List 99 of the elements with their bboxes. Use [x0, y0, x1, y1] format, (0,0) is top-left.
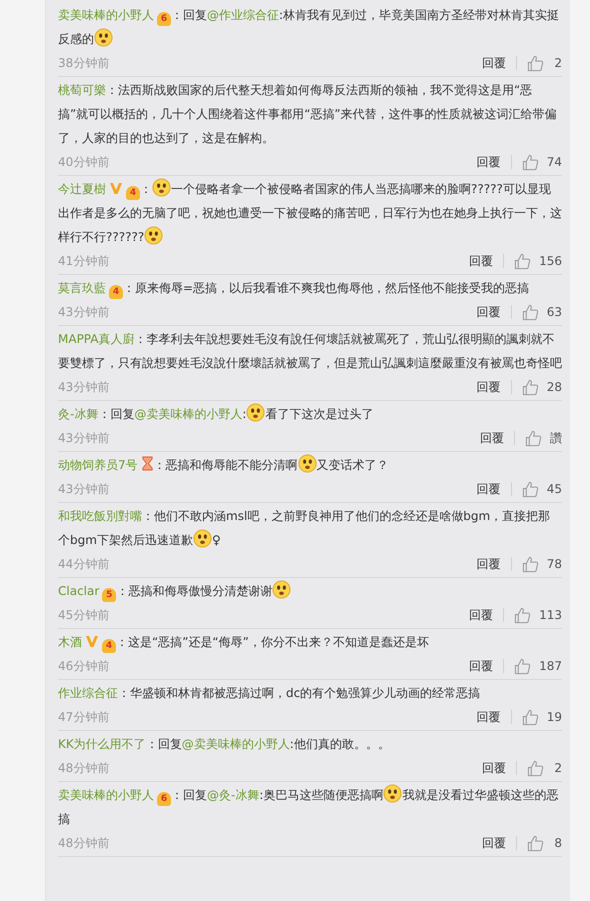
reply-link[interactable]: 回覆	[476, 154, 501, 170]
like-icon[interactable]	[522, 708, 539, 726]
comment-text: 莫言玖藍 4 ：原来侮辱=恶搞，以后我看谁不爽我也侮辱他，然后怪他不能接受我的恶搞	[58, 280, 530, 300]
emoji-icon	[192, 529, 212, 548]
reply-link[interactable]: 回覆	[476, 304, 501, 320]
comment-text: 今辻夏樹 4 ： 一个侵略者拿一个被侵略者国家的伟人当恶搞哪来的脸啊?????可以显现出作者是多么的无脑了吧，祝她也遭受一下被侵略的痛苦吧，日军行为也在她身上执行一下，这样行不行??????	[58, 177, 562, 249]
verified-icon	[85, 634, 99, 648]
timestamp: 43分钟前	[58, 480, 110, 498]
timestamp: 45分钟前	[58, 606, 110, 624]
mention-link[interactable]: @灸-冰舞	[207, 788, 260, 802]
timestamp: 48分钟前	[58, 760, 110, 776]
reply-link[interactable]: 回覆	[480, 430, 504, 446]
level-badge: 6	[157, 12, 171, 26]
timestamp: 43分钟前	[58, 378, 110, 396]
like-count: 45	[546, 482, 562, 496]
reply-link[interactable]: 回覆	[476, 480, 501, 498]
like-icon[interactable]	[522, 154, 539, 170]
comment-text: KK为什么用不了：回复@卖美味棒的小野人:他们真的敢。。。	[58, 736, 391, 753]
mention-link[interactable]: @卖美味棒的小野人	[134, 407, 242, 421]
like-count: 19	[546, 710, 562, 724]
username-link[interactable]: 卖美味棒的小野人	[58, 788, 154, 802]
timestamp: 43分钟前	[58, 304, 110, 320]
timestamp: 40分钟前	[58, 154, 110, 170]
like-count: 187	[539, 659, 562, 673]
like-count: 讚	[550, 430, 562, 446]
username-link[interactable]: Claclar	[58, 584, 100, 598]
username-link[interactable]: KK为什么用不了	[58, 737, 146, 751]
like-icon[interactable]	[522, 304, 539, 320]
emoji-icon	[246, 403, 266, 422]
like-icon[interactable]	[527, 834, 544, 852]
timestamp: 41分钟前	[58, 252, 110, 270]
like-icon[interactable]	[522, 378, 539, 396]
reply-link[interactable]: 回覆	[469, 658, 494, 674]
username-link[interactable]: 灸-冰舞	[58, 407, 98, 421]
timestamp: 44分钟前	[58, 556, 110, 572]
like-count: 8	[553, 836, 562, 850]
username-link[interactable]: 桃萄可樂	[58, 83, 106, 97]
reply-link[interactable]: 回覆	[476, 556, 501, 572]
timestamp: 38分钟前	[58, 54, 110, 72]
mention-link[interactable]: @作业综合征	[207, 8, 279, 22]
level-badge: 4	[109, 285, 123, 299]
reply-link[interactable]: 回覆	[482, 54, 506, 72]
comment-text: 木酒 4 ：这是“恶搞”还是“侮辱”，你分不出来？不知道是蠢还是坏	[58, 633, 430, 654]
level-badge: 5	[102, 588, 116, 602]
emoji-icon	[383, 784, 402, 803]
like-count: 63	[546, 305, 562, 319]
like-icon[interactable]	[527, 54, 544, 72]
reply-link[interactable]: 回覆	[482, 760, 506, 776]
like-icon[interactable]	[522, 556, 539, 572]
comment-text: 桃萄可樂：法西斯战败国家的后代整天想着如何侮辱反法西斯的领袖，我不觉得这是用“恶搞”就可以概括的，几十个人围绕着这件事都用“恶搞”来代替，这件事的性质就被这词汇给带偏了，人家的目的也达到了，这是在解构。	[58, 82, 558, 147]
verified-icon	[109, 181, 123, 195]
emoji-icon	[144, 226, 164, 245]
level-badge: 4	[126, 186, 140, 200]
username-link[interactable]: 作业综合征	[58, 686, 118, 700]
like-icon[interactable]	[522, 480, 539, 498]
like-count: 113	[539, 608, 562, 622]
hourglass-icon	[140, 456, 154, 471]
like-count: 74	[546, 155, 562, 169]
mention-link[interactable]: @卖美味棒的小野人	[182, 737, 290, 751]
username-link[interactable]: MAPPA真人廚	[58, 332, 134, 346]
timestamp: 47分钟前	[58, 708, 110, 726]
username-link[interactable]: 动物饲养员7号	[58, 458, 138, 472]
like-count: 2	[553, 761, 562, 775]
like-count: 78	[546, 557, 562, 571]
username-link[interactable]: 木酒	[58, 635, 82, 649]
timestamp: 46分钟前	[58, 658, 110, 674]
emoji-icon	[298, 454, 317, 473]
comment-text: 和我吃飯別對嘴：他们不敢内涵msl吧，之前野良神用了他们的念经还是啥做bgm，直接把那个bgm下架然后迅速道歉 ♀	[58, 508, 552, 550]
like-count: 2	[553, 56, 562, 70]
comment-text: MAPPA真人廚：李孝利去年說想要姓毛沒有說任何壞話就被罵死了，荒山弘很明顯的諷刺就不要雙標了，只有說想要姓毛沒說什麼壞話就被罵了，但是荒山弘諷刺這麼嚴重沒有被罵也奇怪吧	[58, 331, 562, 372]
like-icon[interactable]	[514, 606, 532, 624]
like-icon[interactable]	[514, 252, 532, 270]
emoji-icon	[94, 28, 113, 47]
like-count: 28	[546, 380, 562, 394]
emoji-icon	[272, 580, 292, 599]
username-link[interactable]: 卖美味棒的小野人	[58, 8, 154, 22]
like-icon[interactable]	[527, 760, 544, 776]
comment-text: 灸-冰舞：回复@卖美味棒的小野人: 看了下这次是过头了	[58, 402, 562, 426]
comment-text: 动物饲养员7号 ：恶搞和侮辱能不能分清啊 又变话术了？	[58, 453, 562, 477]
like-icon[interactable]	[514, 658, 532, 674]
username-link[interactable]: 莫言玖藍	[58, 281, 106, 295]
emoji-icon	[152, 178, 171, 197]
level-badge: 4	[102, 639, 116, 653]
reply-link[interactable]: 回覆	[476, 708, 501, 726]
reply-link[interactable]: 回覆	[482, 834, 506, 852]
like-icon[interactable]	[525, 430, 542, 446]
username-link[interactable]: 今辻夏樹	[58, 182, 106, 196]
reply-link[interactable]: 回覆	[469, 252, 494, 270]
timestamp: 48分钟前	[58, 834, 110, 852]
reply-link[interactable]: 回覆	[476, 378, 501, 396]
comment-text: 作业综合征：华盛顿和林肯都被恶搞过啊，dc的有个勉强算少儿动画的经常恶搞	[58, 685, 482, 702]
comment-text: Claclar 5 ：恶搞和侮辱傲慢分清楚谢谢	[58, 579, 562, 603]
level-badge: 6	[157, 792, 171, 806]
timestamp: 43分钟前	[58, 430, 110, 446]
username-link[interactable]: 和我吃飯別對嘴	[58, 509, 142, 523]
comment-text: 卖美味棒的小野人 6 ：回复@作业综合征:林肯我有见到过，毕竟美国南方圣经带对林肯其实挺反感的	[58, 7, 560, 49]
comment-text: 卖美味棒的小野人 6 ：回复@灸-冰舞:奥巴马这些随便恶搞啊 我就是没看过华盛顿这些的恶搞	[58, 783, 562, 831]
like-count: 156	[539, 254, 562, 268]
reply-link[interactable]: 回覆	[469, 606, 494, 624]
